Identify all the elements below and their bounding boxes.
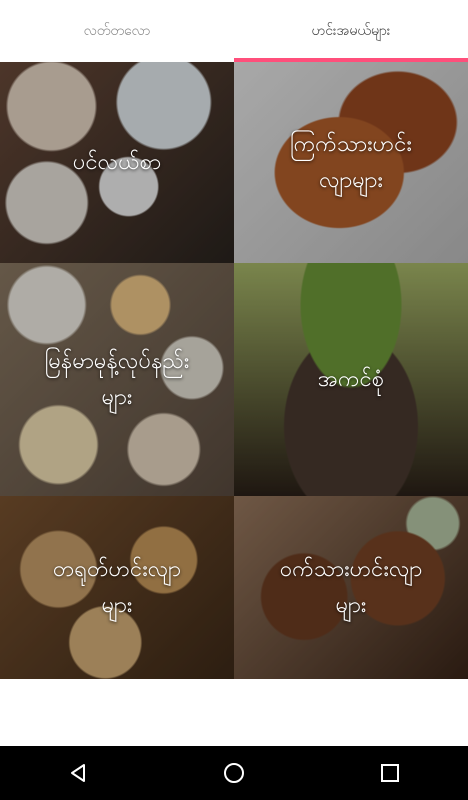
category-tile-chicken[interactable]: ကြက်သားဟင်း လျာများ: [234, 62, 468, 263]
nav-back-button[interactable]: [48, 746, 108, 800]
category-label: မြန်မာမုန့်လုပ်နည်း များ: [44, 348, 190, 410]
category-label: ကြက်သားဟင်း လျာများ: [290, 131, 412, 193]
recents-icon: [381, 764, 399, 782]
category-label: ဝက်သားဟင်းလျာ များ: [279, 556, 423, 618]
back-icon: [71, 764, 85, 782]
category-tile-chinese[interactable]: တရုတ်ဟင်းလျာ များ: [0, 496, 234, 679]
nav-home-button[interactable]: [204, 746, 264, 800]
tab-menu-categories[interactable]: ဟင်းအမယ်များ: [234, 0, 468, 62]
category-tile-seafood[interactable]: ပင်လယ်စာ: [0, 62, 234, 263]
tab-menu-categories-label: ဟင်းအမယ်များ: [311, 22, 391, 39]
system-navigation-bar: [0, 746, 468, 800]
category-tile-myanmar-snacks[interactable]: မြန်မာမုန့်လုပ်နည်း များ: [0, 263, 234, 496]
category-tile-pork[interactable]: ဝက်သားဟင်းလျာ များ: [234, 496, 468, 679]
category-grid: ပင်လယ်စာ ကြက်သားဟင်း လျာများ မြန်မာမုန့်…: [0, 62, 468, 679]
tab-recent-label: လတ်တလော: [83, 22, 151, 39]
home-icon: [224, 763, 244, 783]
category-label: တရုတ်ဟင်းလျာ များ: [53, 556, 181, 618]
category-label: အကင်စုံ: [317, 366, 385, 392]
tab-bar: လတ်တလော ဟင်းအမယ်များ: [0, 0, 468, 62]
category-label: ပင်လယ်စာ: [72, 149, 162, 175]
nav-recents-button[interactable]: [360, 746, 420, 800]
tab-recent[interactable]: လတ်တလော: [0, 0, 234, 62]
category-tile-grill[interactable]: အကင်စုံ: [234, 263, 468, 496]
